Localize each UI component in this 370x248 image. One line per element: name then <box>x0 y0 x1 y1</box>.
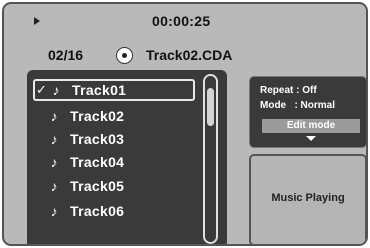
play-icon <box>34 17 40 25</box>
playback-status: Music Playing <box>271 192 345 204</box>
scrollbar-thumb[interactable] <box>207 88 214 126</box>
music-note-icon: ♪ <box>50 131 58 147</box>
options-panel: Repeat : Off Mode : Normal Edit mode <box>249 76 366 148</box>
track-list-item[interactable]: ♪ Track03 <box>33 128 195 150</box>
music-note-icon: ♪ <box>50 108 58 124</box>
checkmark-icon: ✓ <box>36 82 47 97</box>
player-screen: 00:00:25 02/16 Track02.CDA ✓ ♪ Track01 ♪… <box>2 2 368 246</box>
music-note-icon: ♪ <box>50 203 58 219</box>
music-note-icon: ♪ <box>50 154 58 170</box>
track-list-item[interactable]: ♪ Track06 <box>33 200 195 222</box>
down-arrow-icon <box>306 136 316 141</box>
track-list-item[interactable]: ♪ Track02 <box>33 105 195 127</box>
track-list: ✓ ♪ Track01 ♪ Track02 ♪ Track03 ♪ Track0… <box>27 70 227 244</box>
music-note-icon: ♪ <box>52 82 60 98</box>
current-filename: Track02.CDA <box>146 47 233 63</box>
track-label: Track02 <box>70 108 125 124</box>
disc-icon <box>116 47 133 64</box>
track-list-item[interactable]: ♪ Track04 <box>33 151 195 173</box>
track-label: Track05 <box>70 178 125 194</box>
repeat-setting[interactable]: Repeat : Off <box>260 85 317 96</box>
track-label: Track04 <box>70 154 125 170</box>
status-panel: Music Playing <box>249 154 366 244</box>
edit-mode-button[interactable]: Edit mode <box>262 119 360 133</box>
track-list-item[interactable]: ✓ ♪ Track01 <box>33 79 195 101</box>
track-label: Track03 <box>70 131 125 147</box>
track-label: Track01 <box>72 82 127 98</box>
track-label: Track06 <box>70 203 125 219</box>
track-list-scrollbar[interactable] <box>203 74 218 244</box>
music-note-icon: ♪ <box>50 178 58 194</box>
elapsed-time: 00:00:25 <box>152 13 211 29</box>
mode-setting[interactable]: Mode : Normal <box>260 100 335 111</box>
track-counter: 02/16 <box>48 47 84 63</box>
track-list-item[interactable]: ♪ Track05 <box>33 175 195 197</box>
